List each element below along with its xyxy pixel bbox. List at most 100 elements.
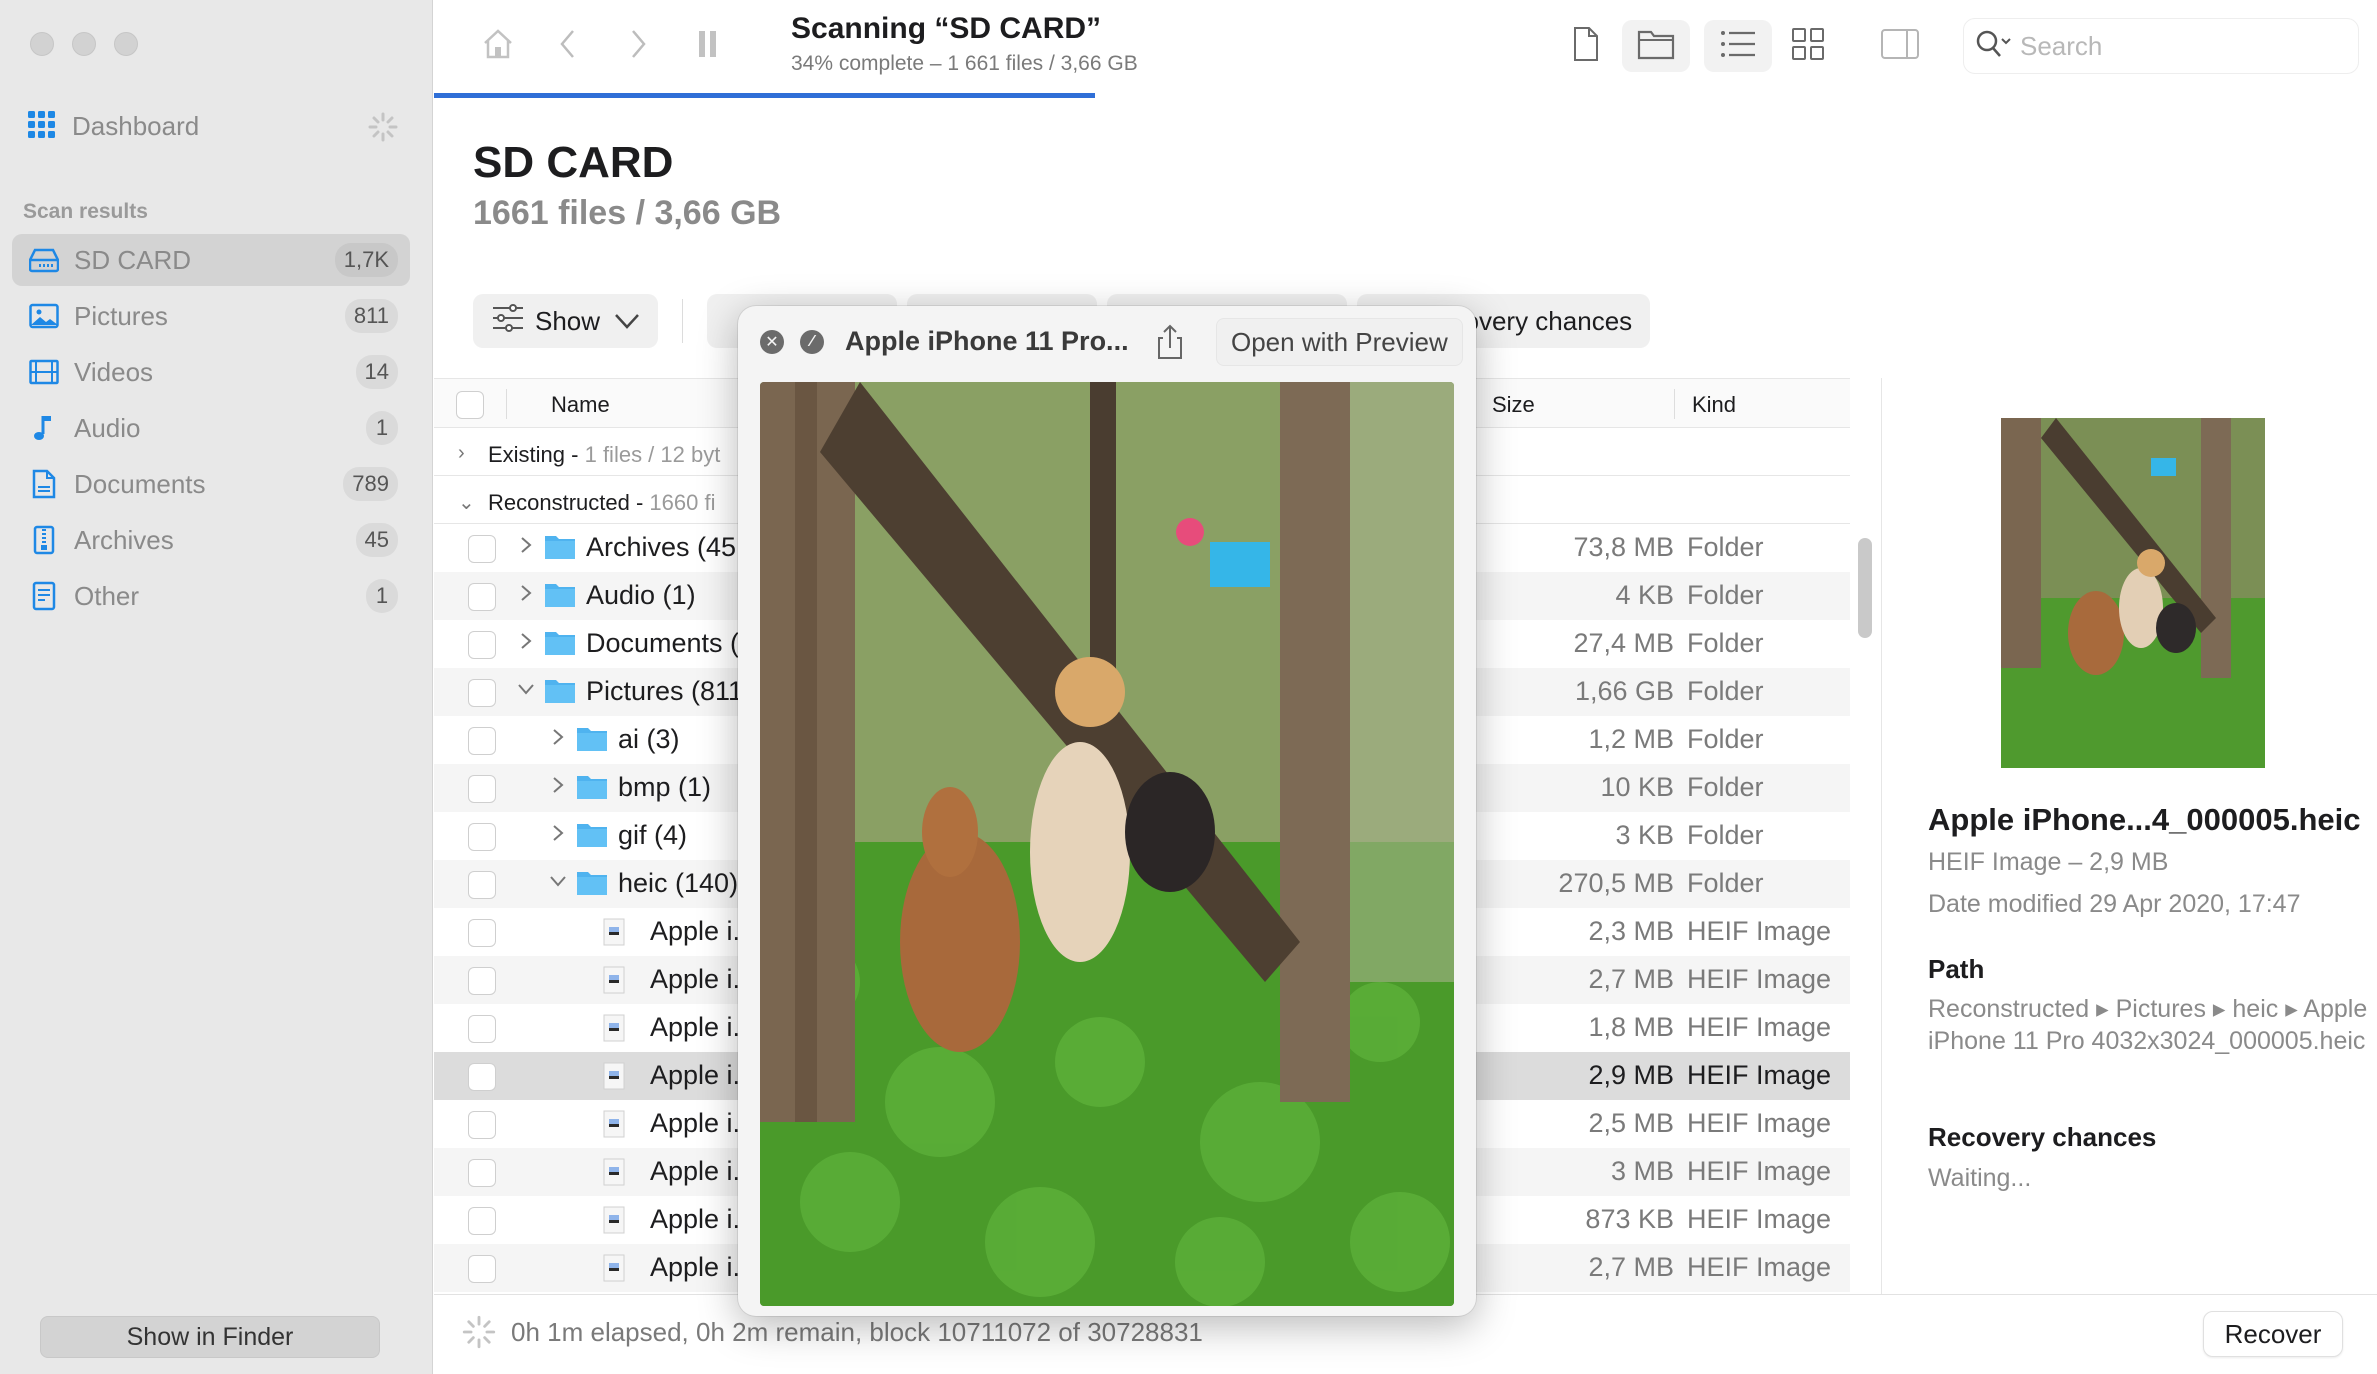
file-kind: Folder [1687, 580, 1764, 610]
chevron-down-icon[interactable] [516, 679, 536, 705]
column-header-kind[interactable]: Kind [1692, 392, 1736, 418]
column-header-name[interactable]: Name [551, 392, 610, 418]
forward-button[interactable] [618, 26, 658, 66]
search-input[interactable] [2020, 30, 2320, 62]
back-button[interactable] [548, 26, 588, 66]
page-title: SD CARD [473, 138, 674, 187]
sidebar-item-sd-card[interactable]: SD CARD 1,7K [12, 234, 410, 286]
chevron-right-icon[interactable] [516, 535, 536, 561]
sidebar-item-documents[interactable]: Documents 789 [12, 458, 410, 510]
home-icon [480, 26, 516, 67]
file-size: 1,66 GB [1574, 676, 1674, 706]
date-value: 29 Apr 2020, 17:47 [2089, 890, 2301, 918]
close-window-button[interactable] [30, 32, 54, 56]
count-badge: 14 [355, 355, 398, 389]
open-with-preview-button[interactable]: Open with Preview [1216, 318, 1463, 366]
sidebar-item-dashboard[interactable]: Dashboard [26, 104, 406, 148]
file-kind: HEIF Image [1687, 916, 1832, 946]
sidebar-item-other[interactable]: Other 1 [12, 570, 410, 622]
row-checkbox[interactable] [468, 679, 496, 707]
show-in-finder-button[interactable]: Show in Finder [40, 1316, 380, 1358]
file-kind: HEIF Image [1687, 1252, 1832, 1282]
file-kind: Folder [1687, 628, 1764, 658]
chevron-down-icon[interactable] [548, 871, 568, 897]
pause-scan-button[interactable] [688, 26, 728, 66]
file-size: 2,7 MB [1588, 964, 1674, 994]
row-checkbox[interactable] [468, 1015, 496, 1043]
file-size: 3 KB [1615, 820, 1674, 850]
chevron-right-icon[interactable] [516, 631, 536, 657]
column-header-size[interactable]: Size [1492, 392, 1535, 418]
sidebar-item-videos[interactable]: Videos 14 [12, 346, 410, 398]
column-divider [506, 389, 507, 419]
quick-look-popover: ✕ ∕ Apple iPhone 11 Pro... Open with Pre… [738, 306, 1476, 1316]
sidebar-item-pictures[interactable]: Pictures 811 [12, 290, 410, 342]
recover-button[interactable]: Recover [2203, 1311, 2343, 1357]
chicks-photo [760, 382, 1454, 1306]
row-checkbox[interactable] [468, 631, 496, 659]
row-checkbox[interactable] [468, 871, 496, 899]
show-filter-button[interactable]: Show [473, 294, 659, 348]
row-checkbox[interactable] [468, 775, 496, 803]
chevron-right-icon[interactable]: › [458, 442, 465, 465]
recovery-chances-heading: Recovery chances [1928, 1122, 2157, 1152]
share-icon[interactable] [1150, 322, 1190, 362]
picture-icon [28, 300, 60, 332]
chevron-down-icon[interactable]: ⌄ [458, 490, 475, 515]
grid-view-button[interactable] [1788, 26, 1828, 66]
file-kind: HEIF Image [1687, 1204, 1832, 1234]
file-kind: HEIF Image [1687, 1060, 1832, 1090]
file-size: 2,7 MB [1588, 1252, 1674, 1282]
row-checkbox[interactable] [468, 823, 496, 851]
chevron-right-icon[interactable] [548, 775, 568, 801]
home-button[interactable] [478, 26, 518, 66]
row-checkbox[interactable] [468, 727, 496, 755]
panel-divider [1881, 378, 1882, 1294]
file-size: 1,2 MB [1588, 724, 1674, 754]
chevron-right-icon[interactable] [516, 583, 536, 609]
sidebar-item-audio[interactable]: Audio 1 [12, 402, 410, 454]
chevron-left-icon [558, 28, 578, 65]
file-kind: HEIF Image [1687, 964, 1832, 994]
row-checkbox[interactable] [468, 1159, 496, 1187]
folder-icon [544, 581, 576, 616]
toggle-preview-panel-button[interactable] [1880, 26, 1920, 66]
chevron-right-icon[interactable] [548, 727, 568, 753]
file-name: Apple i. [650, 1204, 741, 1234]
row-checkbox[interactable] [468, 967, 496, 995]
search-field[interactable] [1963, 18, 2359, 74]
row-checkbox[interactable] [468, 1111, 496, 1139]
file-name: Documents ( [586, 628, 740, 658]
file-size: 2,5 MB [1588, 1108, 1674, 1138]
count-badge: 1 [366, 411, 398, 445]
file-icon [1572, 26, 1600, 67]
count-badge: 789 [343, 467, 398, 501]
select-all-checkbox[interactable] [456, 391, 484, 419]
file-kind: Folder [1687, 772, 1764, 802]
row-checkbox[interactable] [468, 583, 496, 611]
minimize-window-button[interactable] [72, 32, 96, 56]
file-size: 873 KB [1585, 1204, 1674, 1234]
window-controls [30, 32, 138, 56]
sidebar-item-archives[interactable]: Archives 45 [12, 514, 410, 566]
row-checkbox[interactable] [468, 1207, 496, 1235]
chevron-right-icon[interactable] [548, 823, 568, 849]
file-view-button[interactable] [1566, 26, 1606, 66]
row-checkbox[interactable] [468, 1255, 496, 1283]
heif-file-icon [602, 1061, 626, 1098]
scan-progress-text: 34% complete – 1 661 files / 3,66 GB [791, 52, 1138, 75]
close-icon[interactable]: ✕ [760, 330, 784, 354]
row-checkbox[interactable] [468, 1063, 496, 1091]
row-checkbox[interactable] [468, 919, 496, 947]
table-scrollbar[interactable] [1858, 538, 1872, 638]
dashboard-label: Dashboard [72, 110, 200, 141]
zoom-window-button[interactable] [114, 32, 138, 56]
group-name: Existing - [488, 442, 585, 467]
row-checkbox[interactable] [468, 535, 496, 563]
scan-title: Scanning “SD CARD” [791, 12, 1102, 45]
document-icon [28, 468, 60, 500]
file-kind: Folder [1687, 820, 1764, 850]
list-icon [1719, 29, 1757, 64]
group-label: Existing - 1 files / 12 byt [488, 442, 720, 468]
fullscreen-icon[interactable]: ∕ [800, 330, 824, 354]
